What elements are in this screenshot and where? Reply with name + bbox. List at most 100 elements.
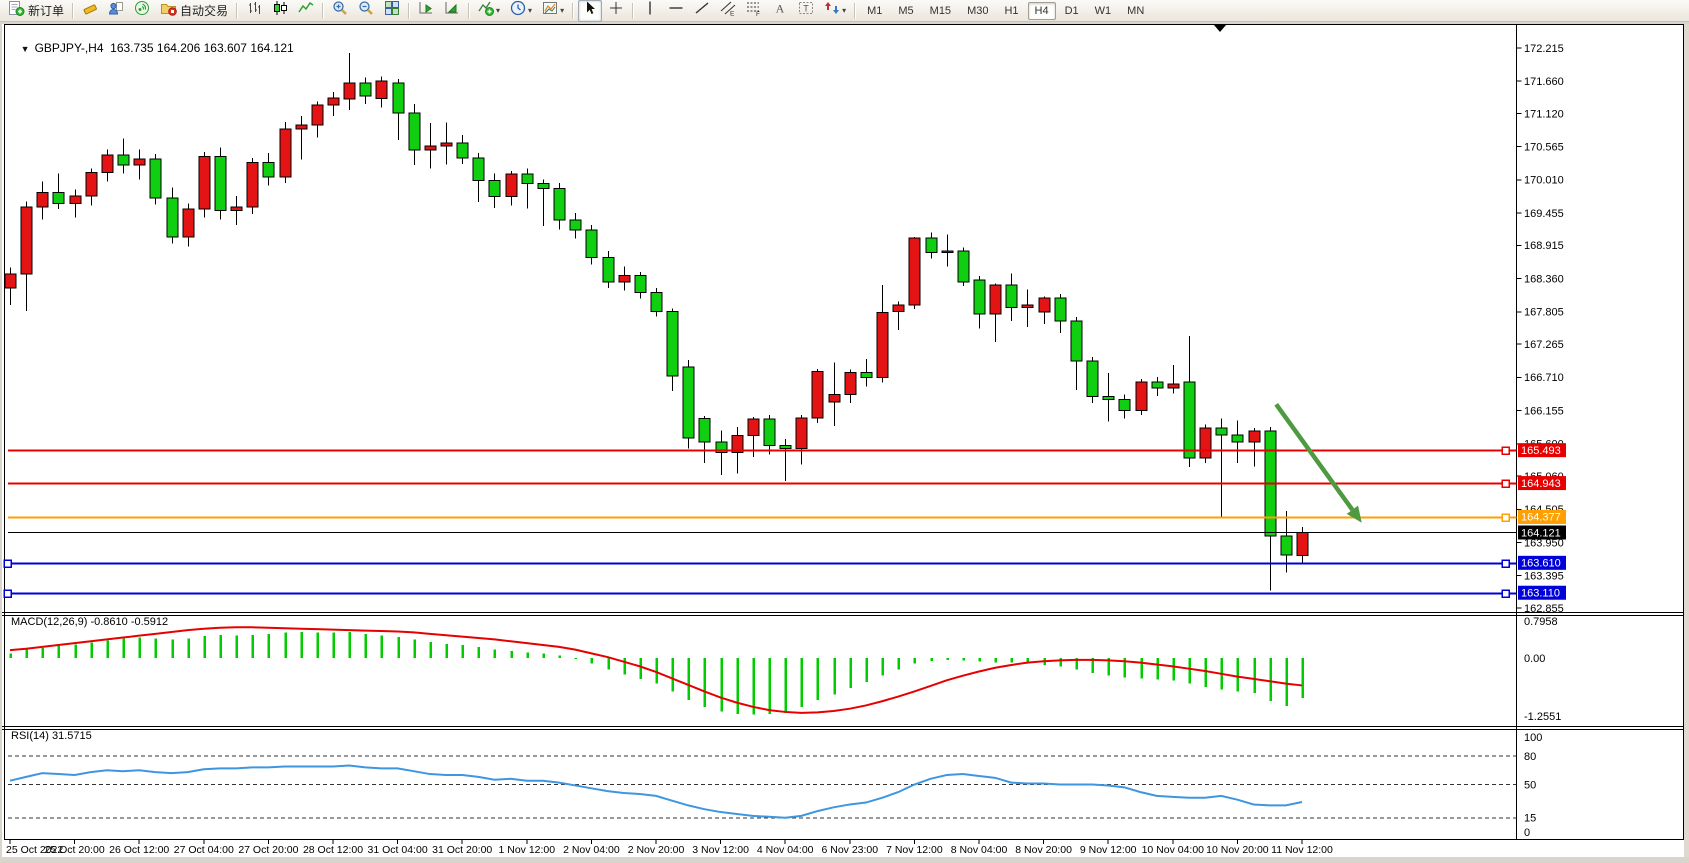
autotrade-icon <box>160 0 177 21</box>
svg-text:6 Nov 23:00: 6 Nov 23:00 <box>821 844 878 856</box>
timeframe-w1-button[interactable]: W1 <box>1088 2 1119 20</box>
bar-chart-button[interactable] <box>242 0 266 22</box>
fibonacci-button[interactable]: F <box>742 0 766 22</box>
timeframe-mn-button[interactable]: MN <box>1120 2 1151 20</box>
wand-button[interactable] <box>78 0 102 22</box>
auto-scroll-button[interactable] <box>440 0 464 22</box>
symbol-title-row: ▼ GBPJPY-,H4 163.735 164.206 163.607 164.… <box>14 27 294 55</box>
symbol-dropdown-icon[interactable]: ▼ <box>21 44 30 54</box>
candle <box>1087 357 1098 403</box>
rsi-indicator-label: RSI(14) 31.5715 <box>11 730 92 742</box>
price-axis-label: 163.610 <box>1518 556 1566 570</box>
macd-indicator-label: MACD(12,26,9) -0.8610 -0.5912 <box>11 616 168 628</box>
candle <box>215 148 226 220</box>
zoom-in-button[interactable] <box>328 0 352 22</box>
timeframe-d1-button[interactable]: D1 <box>1058 2 1086 20</box>
candle <box>247 158 258 214</box>
price-axis-label: 165.493 <box>1518 443 1566 457</box>
profile-button[interactable] <box>104 0 128 22</box>
bar-chart-icon <box>246 0 262 21</box>
svg-text:2 Nov 20:00: 2 Nov 20:00 <box>628 844 685 856</box>
cursor-button[interactable] <box>578 0 602 22</box>
autotrade-button[interactable]: 自动交易 <box>156 0 232 22</box>
line-handle[interactable] <box>4 590 11 597</box>
timeframe-m1-button[interactable]: M1 <box>860 2 889 20</box>
new-order-button[interactable]: 新订单 <box>4 0 68 22</box>
line-handle[interactable] <box>1502 514 1509 521</box>
tile-windows-button[interactable] <box>380 0 404 22</box>
candle <box>1200 425 1211 463</box>
timeframe-m5-button[interactable]: M5 <box>891 2 920 20</box>
svg-text:3 Nov 12:00: 3 Nov 12:00 <box>692 844 749 856</box>
shapes-icon <box>824 0 840 21</box>
svg-text:T: T <box>803 4 809 14</box>
svg-text:27 Oct 04:00: 27 Oct 04:00 <box>174 844 234 856</box>
svg-text:31 Oct 04:00: 31 Oct 04:00 <box>368 844 428 856</box>
svg-text:0.7958: 0.7958 <box>1524 616 1558 628</box>
shapes-button[interactable]: ▾ <box>820 0 850 22</box>
timeframe-h1-button[interactable]: H1 <box>997 2 1025 20</box>
candlestick-chart-button[interactable] <box>268 0 292 22</box>
periods-button[interactable]: ▾ <box>506 0 536 22</box>
crosshair-button[interactable] <box>604 0 628 22</box>
chart-shift-icon <box>418 0 434 21</box>
svg-text:0: 0 <box>1524 827 1530 839</box>
svg-text:31 Oct 20:00: 31 Oct 20:00 <box>432 844 492 856</box>
chevron-down-icon[interactable]: ▾ <box>528 6 532 15</box>
candle <box>958 248 969 286</box>
svg-text:-1.2551: -1.2551 <box>1524 711 1561 723</box>
symbol-title: GBPJPY-,H4 163.735 164.206 163.607 164.1… <box>35 41 294 55</box>
price-axis-label: 164.377 <box>1518 510 1566 524</box>
candle <box>812 369 823 423</box>
hline-button[interactable] <box>664 0 688 22</box>
zoom-out-button[interactable] <box>354 0 378 22</box>
signal-button[interactable] <box>130 0 154 22</box>
templates-button[interactable]: ▾ <box>538 0 568 22</box>
cursor-icon <box>582 0 598 21</box>
candle <box>683 360 694 449</box>
svg-text:A: A <box>776 2 785 16</box>
tile-windows-icon <box>384 0 400 21</box>
line-handle[interactable] <box>1502 480 1509 487</box>
vline-button[interactable] <box>638 0 662 22</box>
candle <box>1136 379 1147 415</box>
chevron-down-icon[interactable]: ▾ <box>842 6 846 15</box>
svg-text:164.377: 164.377 <box>1521 512 1561 524</box>
chevron-down-icon[interactable]: ▾ <box>496 6 500 15</box>
text-button[interactable]: A <box>768 0 792 22</box>
timeframe-m30-button[interactable]: M30 <box>960 2 995 20</box>
line-handle[interactable] <box>1502 590 1509 597</box>
channel-button[interactable]: E <box>716 0 740 22</box>
text-label-button[interactable]: T <box>794 0 818 22</box>
svg-text:163.110: 163.110 <box>1521 588 1560 600</box>
svg-text:80: 80 <box>1524 751 1536 763</box>
svg-text:26 Oct 12:00: 26 Oct 12:00 <box>109 844 169 856</box>
trendline-icon <box>694 0 710 21</box>
indicators-button[interactable]: ▾ <box>474 0 504 22</box>
toolbar: 新订单 自动交易 ▾ ▾ ▾ EFA T ▾ M1M5M15M30H1H4D1W1MN <box>0 0 1689 22</box>
svg-text:25 Oct 20:00: 25 Oct 20:00 <box>45 844 105 856</box>
line-handle[interactable] <box>1502 447 1509 454</box>
svg-text:50: 50 <box>1524 779 1536 791</box>
svg-text:100: 100 <box>1524 732 1542 744</box>
svg-text:11 Nov 12:00: 11 Nov 12:00 <box>1271 844 1333 856</box>
svg-text:171.660: 171.660 <box>1524 76 1564 88</box>
timeframe-h4-button[interactable]: H4 <box>1028 2 1056 20</box>
chart-canvas[interactable]: 172.215171.660171.120170.565170.010169.4… <box>0 0 1689 863</box>
svg-text:170.010: 170.010 <box>1524 175 1564 187</box>
svg-text:167.265: 167.265 <box>1524 339 1564 351</box>
zoom-in-icon <box>332 0 348 21</box>
line-chart-button[interactable] <box>294 0 318 22</box>
svg-text:2 Nov 04:00: 2 Nov 04:00 <box>563 844 620 856</box>
line-handle[interactable] <box>4 560 11 567</box>
line-handle[interactable] <box>1502 560 1509 567</box>
trendline-button[interactable] <box>690 0 714 22</box>
price-axis-label: 164.943 <box>1518 476 1566 490</box>
chevron-down-icon[interactable]: ▾ <box>560 6 564 15</box>
candlestick-chart-icon <box>272 0 288 21</box>
signal-icon <box>134 0 150 21</box>
chart-shift-button[interactable] <box>414 0 438 22</box>
timeframe-m15-button[interactable]: M15 <box>923 2 958 20</box>
text-label-icon: T <box>798 0 814 21</box>
candle <box>199 152 210 218</box>
